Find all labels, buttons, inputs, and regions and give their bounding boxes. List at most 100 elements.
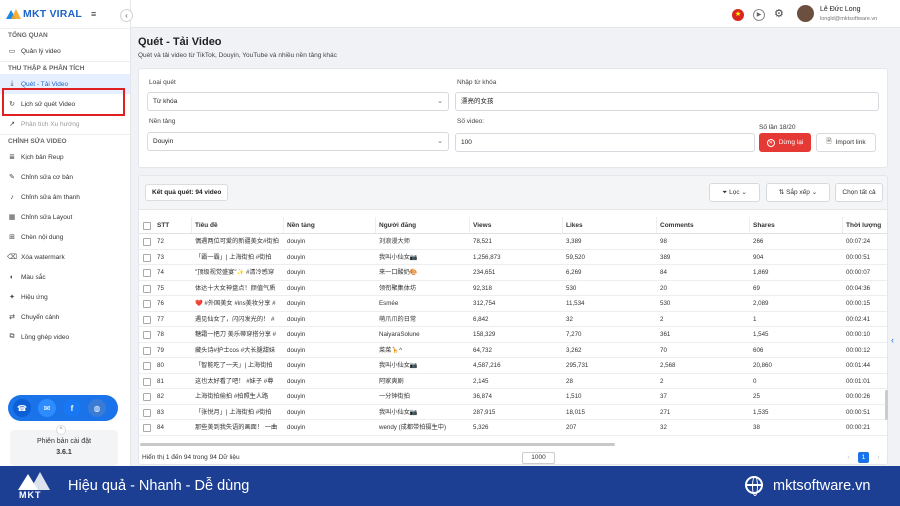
vietnam-flag-icon[interactable]: ★ bbox=[732, 9, 744, 21]
import-label: Import link bbox=[835, 139, 866, 146]
platform-select[interactable]: Douyin ⌄ bbox=[147, 132, 449, 151]
table-cell: 606 bbox=[753, 346, 764, 354]
row-checkbox[interactable] bbox=[143, 238, 151, 246]
facebook-icon[interactable]: f bbox=[63, 399, 81, 417]
scan-type-select[interactable]: Từ khóa ⌄ bbox=[147, 92, 449, 111]
column-header[interactable]: Người đăng bbox=[379, 217, 469, 233]
video-count-input[interactable]: 100 bbox=[455, 133, 755, 152]
avatar[interactable] bbox=[797, 5, 814, 22]
row-checkbox[interactable] bbox=[143, 424, 151, 432]
download-icon: ⤓ bbox=[10, 80, 14, 87]
play-icon[interactable]: ▶ bbox=[753, 9, 765, 21]
sidebar-item[interactable]: ◐ Màu sắc bbox=[0, 267, 130, 287]
column-header[interactable]: STT bbox=[157, 217, 193, 233]
filter-button[interactable]: ⏷ Lọc ⌄ bbox=[709, 183, 760, 202]
next-page-button[interactable]: › bbox=[873, 452, 884, 463]
sidebar-item[interactable]: ✎ Chỉnh sửa cơ bản bbox=[0, 167, 130, 187]
table-cell: douyin bbox=[287, 424, 306, 431]
page-1-button[interactable]: 1 bbox=[858, 452, 869, 463]
import-link-button[interactable]: 🗎 Import link bbox=[816, 133, 876, 152]
table-row[interactable]: 81 这也太好看了吧！ #妹子 #尊 douyin 阿家爽剧 2,145 28 2 0 00:0… bbox=[139, 374, 887, 389]
row-checkbox[interactable] bbox=[143, 408, 151, 417]
sidebar-item[interactable]: ≣ Kịch bản Reup bbox=[0, 147, 130, 167]
sidebar-section-title: TỔNG QUAN bbox=[0, 28, 130, 41]
row-checkbox[interactable] bbox=[143, 253, 151, 262]
table-cell: ❤️ #外国美女 #ins美妆分享 # bbox=[195, 300, 276, 307]
keyword-label: Nhập từ khóa bbox=[457, 79, 497, 86]
table-row[interactable]: 72 偶遇两位可爱的新疆美女#街拍 douyin 刘浪漫大师 78,521 3,389 98… bbox=[139, 234, 887, 250]
chevron-up-icon[interactable]: ^ bbox=[56, 425, 66, 435]
collapse-sidebar-button[interactable]: ‹ bbox=[120, 9, 133, 22]
sidebar-item[interactable]: ⇄ Chuyển cảnh bbox=[0, 307, 130, 327]
column-header[interactable]: Nền tảng bbox=[287, 217, 375, 233]
sidebar-item[interactable]: ▦ Chỉnh sửa Layout bbox=[0, 207, 130, 227]
column-header[interactable]: Thời lượng bbox=[846, 217, 887, 233]
table-cell: 00:07:24 bbox=[846, 238, 871, 245]
row-checkbox[interactable] bbox=[143, 377, 151, 386]
sort-button[interactable]: ⇅ Sắp xếp ⌄ bbox=[766, 183, 830, 202]
table-row[interactable]: 80 「智能吃了一天」| 上海街拍 douyin 我叫小仙女📷 4,587,216 295… bbox=[139, 358, 887, 374]
table-row[interactable]: 76 ❤️ #外国美女 #ins美妆分享 # douyin Esmée 312,754 1… bbox=[139, 296, 887, 312]
banner-mark: MKT bbox=[19, 490, 42, 500]
row-checkbox[interactable] bbox=[143, 346, 151, 355]
globe-icon[interactable]: ◍ bbox=[88, 399, 106, 417]
table-row[interactable]: 84 那些美到我失语的画面！ 一曲 douyin wendy (成都带拍摄生中) 5,3… bbox=[139, 420, 887, 436]
column-header[interactable]: Likes bbox=[566, 217, 656, 233]
table-cell: 00:00:21 bbox=[846, 424, 871, 431]
version-box: Phiên bản cài đặt 3.6.1 bbox=[10, 430, 118, 466]
messenger-icon[interactable]: ✉ bbox=[38, 399, 56, 417]
sidebar-item[interactable]: ▭ Quản lý video bbox=[0, 41, 130, 61]
table-row[interactable]: 75 体达十大女神盘点！颜值气质 douyin 领衔聚集体坊 92,318 530 20 69… bbox=[139, 281, 887, 296]
page-size-input[interactable]: 1000 bbox=[522, 452, 555, 464]
table-row[interactable]: 73 「霸一霸」| 上海街拍 #街拍 douyin 我叫小仙女📷 1,256,873 59… bbox=[139, 250, 887, 265]
table-row[interactable]: 79 藏头诗#护士cos #大长腿甜妹 douyin 菜菜🦒^ 64,732 3,262 7… bbox=[139, 343, 887, 358]
column-header[interactable]: Views bbox=[473, 217, 563, 233]
table-row[interactable]: 83 「张悦月」| 上海街拍 #街拍 douyin 我叫小仙女📷 287,915 18,0… bbox=[139, 405, 887, 420]
vertical-scrollbar[interactable] bbox=[885, 390, 888, 420]
row-checkbox[interactable] bbox=[143, 284, 151, 293]
stop-button[interactable]: ✕ Dừng lại bbox=[759, 133, 811, 152]
column-header[interactable]: Comments bbox=[660, 217, 750, 233]
row-checkbox[interactable] bbox=[143, 315, 151, 324]
table-row[interactable]: 77 遇见仙女了，闪闪发光的！ # douyin 萌爪爪的日常 6,842 32 2 1 00:… bbox=[139, 312, 887, 327]
table-cell: "顶级视觉盛宴"✨ #清冷感穿 bbox=[195, 269, 275, 276]
table-cell: Esmée bbox=[379, 300, 399, 307]
row-checkbox[interactable] bbox=[143, 362, 151, 370]
menu-icon[interactable]: ≡ bbox=[91, 9, 96, 19]
prev-page-button[interactable]: ‹ bbox=[843, 452, 854, 463]
table-cell: 2 bbox=[660, 377, 664, 385]
row-checkbox[interactable] bbox=[143, 331, 151, 339]
sidebar-item[interactable]: ♪ Chỉnh sửa âm thanh bbox=[0, 187, 130, 207]
row-checkbox[interactable] bbox=[143, 269, 151, 277]
table-row[interactable]: 78 糖霜一把刀 美乐蒂穿搭分享 # douyin NaiyaraSolune 158,… bbox=[139, 327, 887, 343]
chevron-left-icon[interactable]: ‹ bbox=[891, 335, 894, 345]
table-row[interactable]: 82 上海街拍偷拍 #拍照生人路 douyin 一分钟街拍 36,874 1,510 37 2… bbox=[139, 389, 887, 405]
support-icon[interactable]: ☎ bbox=[13, 399, 31, 417]
keyword-input[interactable]: 漂亮的女孩 bbox=[455, 92, 879, 111]
table-row[interactable]: 74 "顶级视觉盛宴"✨ #清冷感穿 douyin 来一口酸奶🎨 234,651 6,26… bbox=[139, 265, 887, 281]
scan-times: Số lần 18/20 bbox=[759, 124, 796, 131]
select-all-checkbox[interactable] bbox=[143, 222, 151, 230]
sidebar-item[interactable]: ✦ Hiệu ứng bbox=[0, 287, 130, 307]
row-checkbox[interactable] bbox=[143, 300, 151, 308]
gear-icon[interactable]: ⚙ bbox=[774, 7, 784, 20]
table-cell: 295,731 bbox=[566, 362, 589, 369]
column-header[interactable]: Tiêu đề bbox=[195, 217, 283, 233]
table-cell: 530 bbox=[566, 284, 577, 292]
select-all-label: Chọn tất cả bbox=[842, 189, 876, 196]
table-cell: 18,015 bbox=[566, 408, 585, 416]
sidebar-item[interactable]: ⌫ Xóa watermark bbox=[0, 247, 130, 267]
select-all-button[interactable]: Chọn tất cả bbox=[835, 183, 883, 202]
sidebar-item[interactable]: ⧉ Lồng ghép video bbox=[0, 327, 130, 347]
horizontal-scrollbar[interactable] bbox=[140, 443, 615, 446]
brand[interactable]: MKT VIRAL ≡ bbox=[0, 0, 130, 28]
row-checkbox[interactable] bbox=[143, 393, 151, 401]
table-cell: 79 bbox=[157, 346, 164, 354]
sidebar-item[interactable]: ↗ Phân tích Xu hướng bbox=[0, 114, 130, 134]
eraser-icon: ⌫ bbox=[7, 254, 17, 261]
table-cell: 00:00:26 bbox=[846, 393, 871, 400]
column-header[interactable]: Shares bbox=[753, 217, 843, 233]
column-divider bbox=[375, 217, 376, 233]
table-cell: 72 bbox=[157, 238, 164, 245]
sidebar-item[interactable]: ⊞ Chèn nội dung bbox=[0, 227, 130, 247]
